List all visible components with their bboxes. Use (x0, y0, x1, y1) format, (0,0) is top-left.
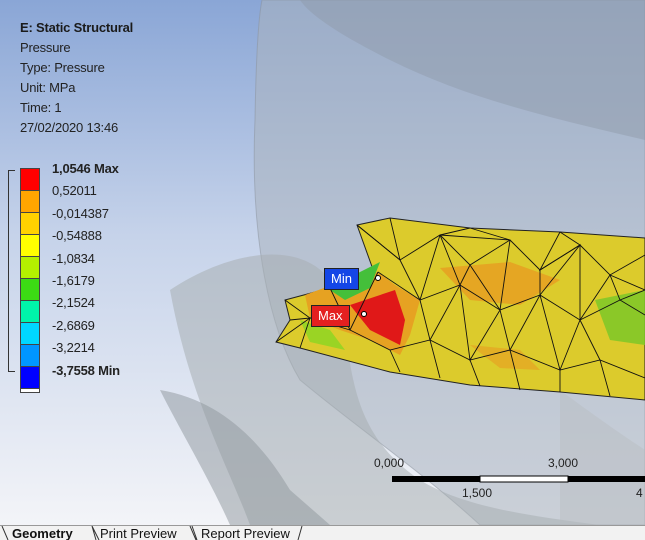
min-probe-label[interactable]: Min (324, 268, 359, 290)
legend-label: -1,0834 (52, 250, 95, 266)
legend-label: -1,6179 (52, 273, 95, 289)
legend-swatch (20, 190, 40, 212)
legend-swatch (20, 168, 40, 190)
scale-tick-3000: 3,000 (548, 456, 579, 470)
result-unit: Unit: MPa (20, 80, 76, 95)
view-tab-bar: Geometry Print Preview Report Preview (0, 525, 645, 540)
legend-bracket (8, 170, 15, 372)
legend-label: -3,2214 (52, 340, 95, 356)
scale-tick-1500: 1,500 (462, 486, 493, 500)
result-info-block: E: Static Structural Pressure Type: Pres… (20, 18, 133, 138)
legend-swatch (20, 300, 40, 322)
legend-label: -2,6869 (52, 317, 95, 333)
max-marker (361, 311, 367, 317)
legend-swatch (20, 278, 40, 300)
legend-swatch (20, 212, 40, 234)
tab-separators (1, 526, 303, 540)
legend-label: -0,54888 (52, 228, 102, 244)
legend-swatch (20, 234, 40, 256)
legend-label: 0,52011 (52, 183, 97, 199)
result-name: Pressure (20, 40, 71, 55)
max-probe-label[interactable]: Max (311, 305, 350, 327)
legend-label: -3,7558 Min (52, 362, 120, 378)
legend-labels: 1,0546 Max 0,52011 -0,014387 -0,54888 -1,083… (52, 158, 120, 382)
scale-bar (392, 475, 645, 483)
graphics-viewport[interactable]: E: Static Structural Pressure Type: Pres… (0, 0, 645, 525)
legend-swatch-end (20, 388, 40, 393)
legend-color-bar (20, 168, 40, 393)
legend-label: -0,014387 (52, 205, 109, 221)
analysis-title: E: Static Structural (20, 20, 134, 35)
result-type: Type: Pressure (20, 60, 105, 75)
legend-swatch (20, 344, 40, 366)
result-timestamp: 27/02/2020 13:46 (20, 120, 119, 135)
legend-swatch (20, 322, 40, 344)
result-time: Time: 1 (20, 100, 62, 115)
legend-label: 1,0546 Max (52, 161, 119, 176)
min-marker (375, 275, 381, 281)
legend-swatch (20, 256, 40, 278)
scale-tick-4: 4 (636, 486, 643, 500)
legend-label: -2,1524 (52, 295, 95, 311)
legend-swatch (20, 366, 40, 388)
scale-tick-0: 0,000 (374, 456, 405, 470)
